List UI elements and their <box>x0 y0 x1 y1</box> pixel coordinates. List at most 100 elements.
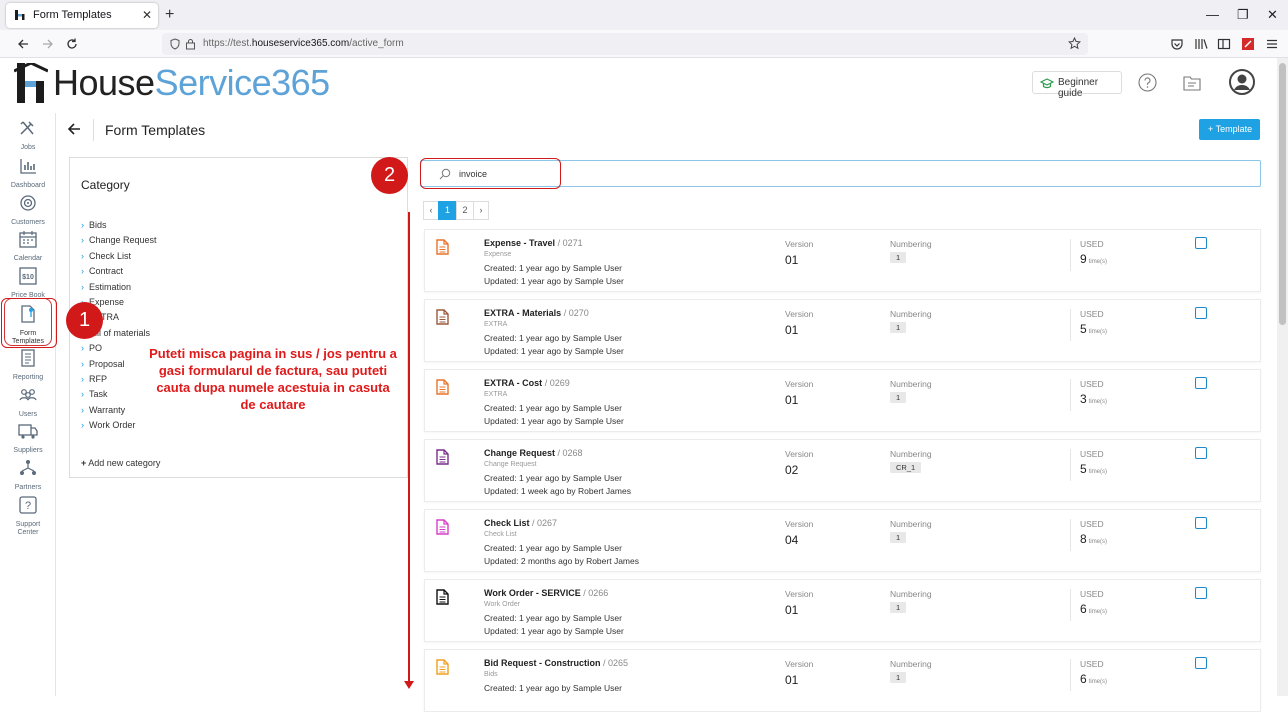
pagination-page-2[interactable]: 2 <box>456 201 474 220</box>
chevron-right-icon: › <box>81 281 84 292</box>
svg-text:$10: $10 <box>22 274 34 281</box>
template-name[interactable]: Work Order - SERVICE / 0266 <box>484 588 608 598</box>
minimize-icon[interactable]: — <box>1206 7 1219 22</box>
browser-tab[interactable]: Form Templates ✕ <box>6 3 158 28</box>
folder-icon[interactable] <box>1183 74 1201 91</box>
category-item[interactable]: › Warranty <box>81 405 157 420</box>
template-checkbox[interactable] <box>1195 237 1207 249</box>
back-arrow-icon[interactable] <box>66 121 82 137</box>
window-close-icon[interactable]: ✕ <box>1267 7 1278 23</box>
template-checkbox[interactable] <box>1195 517 1207 529</box>
library-icon[interactable] <box>1194 37 1208 51</box>
sidebar-item-price-book[interactable]: $10 Price Book <box>4 267 52 300</box>
template-checkbox[interactable] <box>1195 447 1207 459</box>
template-category: EXTRA <box>484 321 508 328</box>
category-item[interactable]: › Proposal <box>81 359 157 374</box>
category-item[interactable]: › PO <box>81 343 157 358</box>
page-title: Form Templates <box>105 122 206 138</box>
sidebar-item-support-center[interactable]: ? Support Center <box>4 496 52 537</box>
scrollbar-thumb[interactable] <box>1279 63 1286 325</box>
sidebar-item-jobs[interactable]: Jobs <box>4 119 52 152</box>
template-name[interactable]: EXTRA - Cost / 0269 <box>484 378 570 388</box>
help-icon[interactable] <box>1138 73 1157 92</box>
site-favicon-icon <box>15 10 25 20</box>
template-category: Expense <box>484 251 512 258</box>
app-logo-icon[interactable] <box>14 63 48 103</box>
add-template-button[interactable]: + Template <box>1199 119 1260 140</box>
sidebar-item-label: Users <box>18 411 38 418</box>
sidebar-item-label: Support Center <box>15 521 41 536</box>
template-name[interactable]: Change Request / 0268 <box>484 448 583 458</box>
template-name[interactable]: Bid Request - Construction / 0265 <box>484 658 628 668</box>
sidebar-item-customers[interactable]: Customers <box>4 194 52 227</box>
forward-icon[interactable] <box>41 37 55 51</box>
annotation-note: Puteti misca pagina in sus / jos pentru … <box>149 346 397 412</box>
annotation-highlight-search <box>420 158 561 189</box>
template-name[interactable]: Check List / 0267 <box>484 518 557 528</box>
annotation-scroll-arrow <box>408 212 410 684</box>
sidebar-toggle-icon[interactable] <box>1217 37 1231 51</box>
document-icon <box>436 239 449 255</box>
extension-icon[interactable] <box>1241 37 1255 51</box>
template-card[interactable]: Work Order - SERVICE / 0266 Work Order Cre… <box>424 579 1261 642</box>
tab-close-icon[interactable]: ✕ <box>142 8 152 22</box>
template-card[interactable]: Expense - Travel / 0271 Expense Created: 1… <box>424 229 1261 292</box>
shield-icon[interactable] <box>169 38 181 50</box>
template-name[interactable]: EXTRA - Materials / 0270 <box>484 308 589 318</box>
app-logo-text[interactable]: HouseService365 <box>53 62 330 104</box>
reload-icon[interactable] <box>65 37 79 51</box>
target-icon <box>20 195 36 211</box>
sidebar-item-users[interactable]: Users <box>4 386 52 419</box>
pagination-page-1[interactable]: 1 <box>438 201 457 220</box>
template-checkbox[interactable] <box>1195 307 1207 319</box>
template-checkbox[interactable] <box>1195 587 1207 599</box>
sidebar-item-label: Dashboard <box>10 182 46 189</box>
sidebar-item-calendar[interactable]: Calendar <box>4 230 52 263</box>
template-card[interactable]: Check List / 0267 Check List Created: 1 ye… <box>424 509 1261 572</box>
numbering-label: Numbering <box>890 239 932 249</box>
category-item[interactable]: › Check List <box>81 251 157 266</box>
user-avatar-icon[interactable] <box>1229 69 1255 95</box>
page-scrollbar[interactable] <box>1277 58 1288 696</box>
menu-icon[interactable] <box>1265 37 1279 51</box>
users-icon <box>19 389 37 401</box>
category-item-label: Estimation <box>89 281 132 292</box>
maximize-icon[interactable]: ❐ <box>1237 7 1249 23</box>
category-item[interactable]: › Estimation <box>81 282 157 297</box>
sidebar-item-reporting[interactable]: Reporting <box>4 349 52 382</box>
category-item[interactable]: › Change Request <box>81 235 157 250</box>
template-checkbox[interactable] <box>1195 657 1207 669</box>
numbering-label: Numbering <box>890 309 932 319</box>
category-item[interactable]: › Contract <box>81 266 157 281</box>
numbering-value: CR_1 <box>890 462 922 473</box>
template-name[interactable]: Expense - Travel / 0271 <box>484 238 583 248</box>
category-item-label: Work Order <box>89 420 136 431</box>
pocket-icon[interactable] <box>1170 37 1184 51</box>
bookmark-star-icon[interactable] <box>1068 37 1081 50</box>
pagination-next[interactable]: › <box>473 201 489 220</box>
template-card[interactable]: Bid Request - Construction / 0265 Bids Cre… <box>424 649 1261 712</box>
category-item[interactable]: › Work Order <box>81 420 157 435</box>
category-item[interactable]: › RFP <box>81 374 157 389</box>
address-bar[interactable]: https://test.houseservice365.com/active_… <box>162 33 1088 55</box>
bar-chart-icon <box>20 159 36 174</box>
back-icon[interactable] <box>16 37 30 51</box>
add-category-button[interactable]: + Add new category <box>81 458 160 468</box>
new-tab-icon[interactable]: + <box>165 6 174 24</box>
beginner-guide-button[interactable]: Beginner guide <box>1032 71 1122 99</box>
template-card[interactable]: EXTRA - Cost / 0269 EXTRA Created: 1 year … <box>424 369 1261 432</box>
template-checkbox[interactable] <box>1195 377 1207 389</box>
category-item[interactable]: › Bids <box>81 220 157 235</box>
chevron-right-icon: › <box>81 220 84 230</box>
category-item-label: Check List <box>89 250 132 261</box>
category-item[interactable]: › Task <box>81 389 157 404</box>
sidebar-item-dashboard[interactable]: Dashboard <box>4 157 52 190</box>
lock-icon[interactable] <box>185 38 196 50</box>
pagination-prev[interactable]: ‹ <box>423 201 439 220</box>
numbering-value: 1 <box>890 672 907 683</box>
template-card[interactable]: EXTRA - Materials / 0270 EXTRA Created: 1 … <box>424 299 1261 362</box>
sidebar-item-partners[interactable]: Partners <box>4 459 52 492</box>
template-card[interactable]: Change Request / 0268 Change Request Creat… <box>424 439 1261 502</box>
version-label: Version <box>785 449 814 459</box>
sidebar-item-suppliers[interactable]: Suppliers <box>4 422 52 455</box>
